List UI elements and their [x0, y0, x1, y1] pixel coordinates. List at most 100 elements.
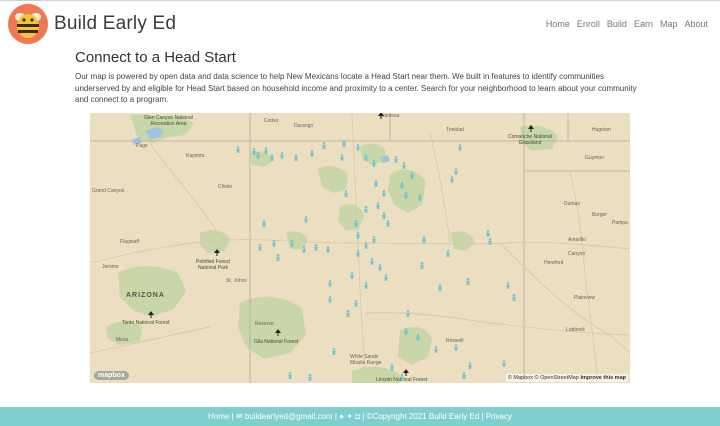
head-start-pin-icon[interactable] [341, 140, 347, 147]
head-start-pin-icon[interactable] [505, 282, 511, 289]
head-start-pin-icon[interactable] [355, 144, 361, 151]
head-start-pin-icon[interactable] [355, 232, 361, 239]
bee-logo-icon[interactable] [8, 4, 48, 44]
head-start-pin-icon[interactable] [369, 258, 375, 265]
nav-about[interactable]: About [684, 19, 708, 29]
head-start-pin-icon[interactable] [255, 152, 261, 159]
head-start-pin-icon[interactable] [433, 346, 439, 353]
head-start-pin-icon[interactable] [409, 172, 415, 179]
head-start-pin-icon[interactable] [235, 146, 241, 153]
navbar: Build Early Ed Home Enroll Build Earn Ma… [0, 1, 720, 47]
head-start-pin-icon[interactable] [487, 238, 493, 245]
head-start-pin-icon[interactable] [355, 250, 361, 257]
head-start-pin-icon[interactable] [353, 220, 359, 227]
nav-build[interactable]: Build [607, 19, 627, 29]
head-start-pin-icon[interactable] [417, 194, 423, 201]
attribution-text[interactable]: © Mapbox © OpenStreetMap [508, 375, 579, 381]
head-start-pin-icon[interactable] [345, 310, 351, 317]
head-start-pin-icon[interactable] [343, 190, 349, 197]
head-start-pin-icon[interactable] [353, 300, 359, 307]
nav-enroll[interactable]: Enroll [577, 19, 600, 29]
head-start-pin-icon[interactable] [449, 176, 455, 183]
head-start-map[interactable]: Glen Canyon National Recreation Area Pag… [90, 113, 630, 383]
head-start-pin-icon[interactable] [325, 246, 331, 253]
head-start-pin-icon[interactable] [327, 296, 333, 303]
head-start-pin-icon[interactable] [327, 280, 333, 287]
head-start-pin-icon[interactable] [421, 236, 427, 243]
head-start-pin-icon[interactable] [287, 372, 293, 379]
footer-privacy-link[interactable]: Privacy [486, 412, 512, 421]
instagram-icon[interactable]: ◘ [355, 412, 360, 421]
brand-name[interactable]: Build Early Ed [54, 13, 176, 35]
head-start-pin-icon[interactable] [375, 202, 381, 209]
nav-map[interactable]: Map [660, 19, 678, 29]
head-start-pin-icon[interactable] [405, 310, 411, 317]
head-start-pin-icon[interactable] [383, 274, 389, 281]
head-start-pin-icon[interactable] [467, 362, 473, 369]
head-start-pin-icon[interactable] [257, 244, 263, 251]
head-start-pin-icon[interactable] [363, 206, 369, 213]
head-start-pin-icon[interactable] [313, 244, 319, 251]
head-start-pin-icon[interactable] [403, 328, 409, 335]
head-start-pin-icon[interactable] [331, 348, 337, 355]
head-start-pin-icon[interactable] [309, 150, 315, 157]
footer-sep: | [231, 412, 234, 421]
head-start-pin-icon[interactable] [321, 142, 327, 149]
head-start-pin-icon[interactable] [363, 154, 369, 161]
label-gila: Gila National Forest [254, 339, 299, 345]
head-start-pin-icon[interactable] [385, 220, 391, 227]
head-start-pin-icon[interactable] [403, 192, 409, 199]
head-start-pin-icon[interactable] [419, 262, 425, 269]
footer-email-link[interactable]: buildearlyed@gmail.com [245, 412, 333, 421]
head-start-pin-icon[interactable] [511, 294, 517, 301]
mapbox-logo[interactable]: mapbox [94, 371, 129, 380]
head-start-pin-icon[interactable] [271, 240, 277, 247]
twitter-icon[interactable]: ✦ [346, 412, 353, 421]
nav-earn[interactable]: Earn [634, 19, 653, 29]
label-jerome: Jerome [102, 264, 119, 270]
head-start-pin-icon[interactable] [349, 272, 355, 279]
head-start-pin-icon[interactable] [279, 152, 285, 159]
head-start-pin-icon[interactable] [393, 156, 399, 163]
head-start-pin-icon[interactable] [381, 190, 387, 197]
head-start-pin-icon[interactable] [303, 216, 309, 223]
head-start-pin-icon[interactable] [275, 254, 281, 261]
nav-home[interactable]: Home [546, 19, 570, 29]
head-start-pin-icon[interactable] [377, 264, 383, 271]
head-start-pin-icon[interactable] [461, 372, 467, 379]
head-start-pin-icon[interactable] [381, 212, 387, 219]
head-start-pin-icon[interactable] [399, 182, 405, 189]
head-start-pin-icon[interactable] [269, 154, 275, 161]
head-start-pin-icon[interactable] [453, 344, 459, 351]
footer-home-link[interactable]: Home [208, 412, 229, 421]
head-start-pin-icon[interactable] [371, 160, 377, 167]
head-start-pin-icon[interactable] [373, 180, 379, 187]
head-start-pin-icon[interactable] [453, 168, 459, 175]
head-start-pin-icon[interactable] [363, 282, 369, 289]
improve-map-link[interactable]: Improve this map [580, 375, 626, 381]
head-start-pin-icon[interactable] [415, 334, 421, 341]
head-start-pin-icon[interactable] [307, 374, 313, 381]
head-start-pin-icon[interactable] [445, 250, 451, 257]
head-start-pin-icon[interactable] [401, 162, 407, 169]
head-start-pin-icon[interactable] [457, 144, 463, 151]
brand[interactable]: Build Early Ed [8, 4, 176, 44]
head-start-pin-icon[interactable] [501, 360, 507, 367]
head-start-pin-icon[interactable] [263, 147, 269, 154]
label-petrified-forest: Petrified Forest National Park [196, 259, 230, 271]
facebook-icon[interactable]: ● [339, 412, 344, 421]
head-start-pin-icon[interactable] [437, 284, 443, 291]
head-start-pin-icon[interactable] [289, 240, 295, 247]
head-start-pin-icon[interactable] [301, 246, 307, 253]
footer-sep: | [362, 412, 365, 421]
head-start-pin-icon[interactable] [485, 230, 491, 237]
head-start-pin-icon[interactable] [363, 242, 369, 249]
head-start-pin-icon[interactable] [339, 154, 345, 161]
head-start-pin-icon[interactable] [465, 278, 471, 285]
head-start-pin-icon[interactable] [389, 364, 395, 371]
head-start-pin-icon[interactable] [399, 374, 405, 381]
head-start-pin-icon[interactable] [371, 236, 377, 243]
label-durango: Durango [294, 123, 314, 129]
head-start-pin-icon[interactable] [261, 220, 267, 227]
head-start-pin-icon[interactable] [293, 154, 299, 161]
